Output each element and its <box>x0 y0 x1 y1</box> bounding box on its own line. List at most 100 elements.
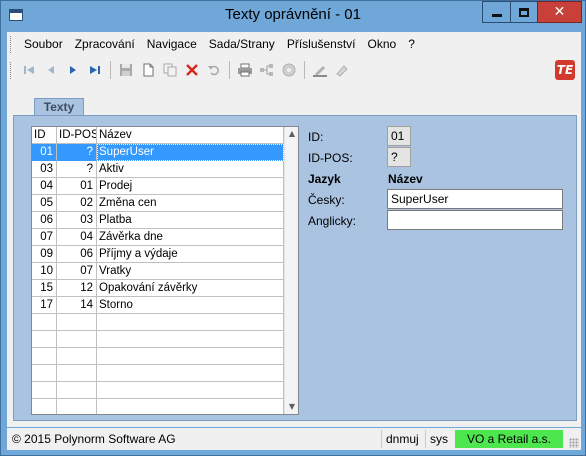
table-row[interactable]: 09 06 Příjmy a výdaje <box>32 246 284 263</box>
next-record-button[interactable] <box>62 60 83 80</box>
empty-row <box>32 399 284 414</box>
toolbar-separator <box>304 61 305 79</box>
cell-name: Aktiv <box>97 161 284 178</box>
cell-id-pos: ? <box>57 144 97 161</box>
app-logo: TE <box>555 60 575 80</box>
undo-button[interactable] <box>203 60 224 80</box>
cell-name: Platba <box>97 212 284 229</box>
cell-id: 01 <box>32 144 57 161</box>
save-icon <box>119 64 132 76</box>
vertical-scrollbar[interactable]: ▲ ▼ <box>284 127 298 414</box>
table-row[interactable]: 15 12 Opakování závěrky <box>32 280 284 297</box>
table-row[interactable]: 17 14 Storno <box>32 297 284 314</box>
table-row[interactable]: 05 02 Změna cen <box>32 195 284 212</box>
cell-name <box>97 348 284 365</box>
new-button[interactable] <box>137 60 158 80</box>
previous-record-icon <box>47 66 54 74</box>
menu-help[interactable]: ? <box>402 32 421 57</box>
copyright-text: © 2015 Polynorm Software AG <box>12 432 176 446</box>
language-header: Jazyk <box>308 172 341 186</box>
cell-name: Storno <box>97 297 284 314</box>
cell-id: 09 <box>32 246 57 263</box>
column-header-name[interactable]: Název <box>97 127 284 144</box>
first-record-button[interactable] <box>18 60 39 80</box>
minimize-button[interactable] <box>482 1 511 23</box>
eraser-button[interactable] <box>331 60 352 80</box>
scroll-down-icon[interactable]: ▼ <box>285 400 298 414</box>
menu-okno[interactable]: Okno <box>362 32 403 57</box>
save-button[interactable] <box>115 60 136 80</box>
empty-row <box>32 331 284 348</box>
cell-name <box>97 382 284 399</box>
tree-icon <box>259 64 273 76</box>
cell-id: 05 <box>32 195 57 212</box>
tree-button[interactable] <box>256 60 277 80</box>
empty-row <box>32 365 284 382</box>
menu-soubor[interactable]: Soubor <box>18 32 69 57</box>
menu-prislusenstvi[interactable]: Příslušenství <box>281 32 362 57</box>
edit-icon <box>312 66 327 77</box>
cell-id: 15 <box>32 280 57 297</box>
disc-button[interactable] <box>278 60 299 80</box>
resize-grip[interactable] <box>569 438 579 448</box>
maximize-button[interactable] <box>510 1 538 23</box>
texts-grid[interactable]: ID ID-POS Název 01? SuperUser 03? Aktiv 04 01… <box>31 126 299 415</box>
cell-id: 17 <box>32 297 57 314</box>
table-row[interactable]: 07 04 Závěrka dne <box>32 229 284 246</box>
table-row[interactable]: 10 07 Vratky <box>32 263 284 280</box>
minimize-icon <box>491 13 502 17</box>
name-header: Název <box>388 172 423 186</box>
cell-id <box>32 365 57 382</box>
next-record-icon <box>69 66 76 74</box>
cell-name: Vratky <box>97 263 284 280</box>
cell-id <box>32 314 57 331</box>
toolbar-grip[interactable] <box>10 61 13 79</box>
cell-id-pos: 14 <box>57 297 97 314</box>
delete-button[interactable] <box>181 60 202 80</box>
cell-id-pos: 02 <box>57 195 97 212</box>
menu-sada-strany[interactable]: Sada/Strany <box>203 32 281 57</box>
copy-button[interactable] <box>159 60 180 80</box>
id-pos-label: ID-POS: <box>308 151 353 165</box>
column-header-id-pos[interactable]: ID-POS <box>57 127 97 144</box>
cell-id-pos: 07 <box>57 263 97 280</box>
czech-name-input[interactable] <box>387 189 563 209</box>
cell-id <box>32 348 57 365</box>
cell-id-pos <box>57 365 97 382</box>
edit-button[interactable] <box>309 60 330 80</box>
last-record-button[interactable] <box>84 60 105 80</box>
menu-zpracovani[interactable]: Zpracování <box>69 32 141 57</box>
scroll-up-icon[interactable]: ▲ <box>285 127 298 141</box>
previous-record-button[interactable] <box>40 60 61 80</box>
close-button[interactable]: ✕ <box>537 1 582 23</box>
title-bar[interactable]: Texty oprávnění - 01 ✕ <box>1 1 585 31</box>
grid-header: ID ID-POS Název <box>32 127 284 144</box>
cell-name: SuperUser <box>97 144 284 161</box>
status-company: VO a Retail a.s. <box>455 430 563 448</box>
menu-grip[interactable] <box>10 36 13 53</box>
print-button[interactable] <box>234 60 255 80</box>
table-row[interactable]: 03? Aktiv <box>32 161 284 178</box>
cell-name <box>97 365 284 382</box>
cell-name <box>97 331 284 348</box>
column-header-id[interactable]: ID <box>32 127 57 144</box>
table-row[interactable]: 06 03 Platba <box>32 212 284 229</box>
cell-id <box>32 382 57 399</box>
english-name-input[interactable] <box>387 210 563 230</box>
cell-name: Prodej <box>97 178 284 195</box>
app-window: Texty oprávnění - 01 ✕ Soubor Zpracování… <box>0 0 586 456</box>
cell-name: Opakování závěrky <box>97 280 284 297</box>
cell-id-pos: 12 <box>57 280 97 297</box>
status-user: dnmuj <box>381 430 423 448</box>
tab-texty[interactable]: Texty <box>34 98 84 116</box>
table-row[interactable]: 04 01 Prodej <box>32 178 284 195</box>
cell-id <box>32 331 57 348</box>
cell-id-pos: 04 <box>57 229 97 246</box>
cell-id: 06 <box>32 212 57 229</box>
cell-id-pos <box>57 348 97 365</box>
cell-id-pos <box>57 331 97 348</box>
czech-label: Česky: <box>308 193 345 207</box>
table-row[interactable]: 01? SuperUser <box>32 144 284 161</box>
delete-icon <box>185 64 198 76</box>
menu-navigace[interactable]: Navigace <box>141 32 203 57</box>
